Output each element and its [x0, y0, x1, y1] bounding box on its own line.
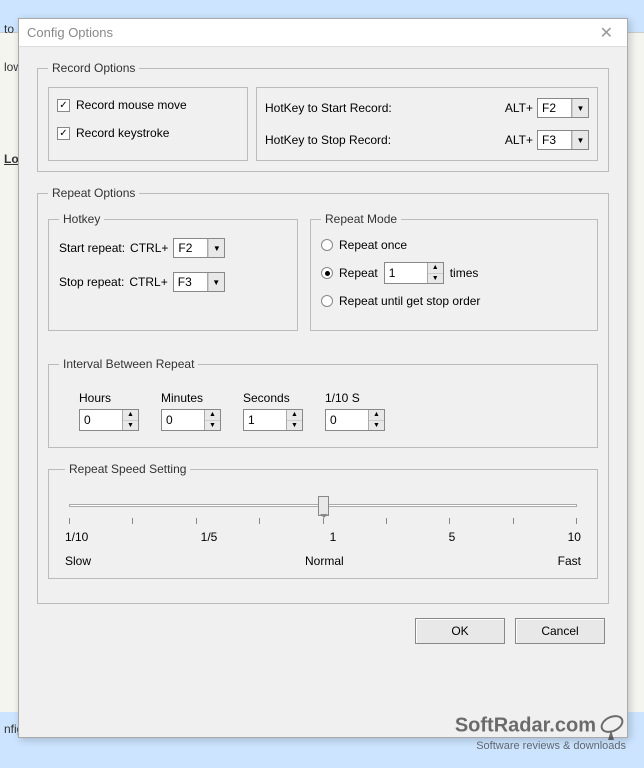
spinner-up-icon[interactable]: ▲	[369, 410, 384, 421]
titlebar: Config Options ✕	[19, 19, 627, 47]
record-options-legend: Record Options	[48, 61, 139, 75]
repeat-n-radio[interactable]	[321, 267, 333, 279]
start-repeat-prefix: CTRL+	[130, 241, 168, 255]
stop-repeat-label: Stop repeat:	[59, 275, 124, 289]
chevron-down-icon: ▼	[572, 99, 588, 117]
repeat-n-label: Repeat	[339, 266, 378, 280]
spinner-up-icon[interactable]: ▲	[123, 410, 138, 421]
spinner-up-icon[interactable]: ▲	[428, 263, 443, 274]
close-button[interactable]: ✕	[594, 23, 619, 43]
speed-text-labels: Slow Normal Fast	[65, 554, 581, 568]
record-mouse-label: Record mouse move	[76, 98, 187, 112]
minutes-spinner[interactable]: 0 ▲▼	[161, 409, 221, 431]
repeat-hotkey-legend: Hotkey	[59, 212, 104, 226]
repeat-mode-legend: Repeat Mode	[321, 212, 401, 226]
repeat-hotkey-group: Hotkey Start repeat: CTRL+ F2 ▼ Stop rep…	[48, 212, 298, 331]
record-mouse-checkbox[interactable]: ✓	[57, 99, 70, 112]
interval-group: Interval Between Repeat Hours 0 ▲▼ Minut…	[48, 357, 598, 448]
spinner-down-icon[interactable]: ▼	[287, 421, 302, 431]
chevron-down-icon: ▼	[208, 273, 224, 291]
start-repeat-label: Start repeat:	[59, 241, 125, 255]
spinner-up-icon[interactable]: ▲	[287, 410, 302, 421]
slider-tick-labels: 1/10 1/5 1 5 10	[65, 530, 581, 544]
window-title: Config Options	[27, 25, 113, 40]
ok-button[interactable]: OK	[415, 618, 505, 644]
stop-record-combo[interactable]: F3 ▼	[537, 130, 589, 150]
spinner-up-icon[interactable]: ▲	[205, 410, 220, 421]
interval-legend: Interval Between Repeat	[59, 357, 198, 371]
slider-thumb[interactable]	[318, 496, 329, 516]
seconds-spinner[interactable]: 1 ▲▼	[243, 409, 303, 431]
start-record-combo[interactable]: F2 ▼	[537, 98, 589, 118]
speed-group: Repeat Speed Setting 1/10 1/5 1 5 10 Slo…	[48, 462, 598, 579]
stop-repeat-combo[interactable]: F3 ▼	[173, 272, 225, 292]
chevron-down-icon: ▼	[572, 131, 588, 149]
stop-record-label: HotKey to Stop Record:	[265, 133, 501, 147]
spinner-down-icon[interactable]: ▼	[123, 421, 138, 431]
seconds-label: Seconds	[243, 391, 303, 405]
hours-label: Hours	[79, 391, 139, 405]
record-keystroke-checkbox[interactable]: ✓	[57, 127, 70, 140]
record-hotkeys-panel: HotKey to Start Record: ALT+ F2 ▼ HotKey…	[256, 87, 598, 161]
stop-repeat-prefix: CTRL+	[129, 275, 167, 289]
repeat-until-label: Repeat until get stop order	[339, 294, 480, 308]
dialog-buttons: OK Cancel	[37, 618, 609, 644]
slider-ticks	[69, 518, 577, 526]
repeat-until-radio[interactable]	[321, 295, 333, 307]
tenths-spinner[interactable]: 0 ▲▼	[325, 409, 385, 431]
start-record-label: HotKey to Start Record:	[265, 101, 501, 115]
config-options-dialog: Config Options ✕ Record Options ✓ Record…	[18, 18, 628, 738]
hours-spinner[interactable]: 0 ▲▼	[79, 409, 139, 431]
repeat-options-group: Repeat Options Hotkey Start repeat: CTRL…	[37, 186, 609, 604]
spinner-down-icon[interactable]: ▼	[428, 274, 443, 284]
spinner-down-icon[interactable]: ▼	[205, 421, 220, 431]
stop-record-prefix: ALT+	[505, 133, 533, 147]
record-checkboxes-panel: ✓ Record mouse move ✓ Record keystroke	[48, 87, 248, 161]
cancel-button[interactable]: Cancel	[515, 618, 605, 644]
start-record-prefix: ALT+	[505, 101, 533, 115]
repeat-once-label: Repeat once	[339, 238, 407, 252]
repeat-options-legend: Repeat Options	[48, 186, 139, 200]
repeat-once-radio[interactable]	[321, 239, 333, 251]
chevron-down-icon: ▼	[208, 239, 224, 257]
start-repeat-combo[interactable]: F2 ▼	[173, 238, 225, 258]
record-options-group: Record Options ✓ Record mouse move ✓ Rec…	[37, 61, 609, 172]
speed-slider[interactable]	[69, 496, 577, 516]
repeat-mode-group: Repeat Mode Repeat once Repeat 1 ▲▼ time…	[310, 212, 598, 331]
dialog-content: Record Options ✓ Record mouse move ✓ Rec…	[19, 47, 627, 658]
record-keystroke-label: Record keystroke	[76, 126, 169, 140]
tenths-label: 1/10 S	[325, 391, 385, 405]
speed-legend: Repeat Speed Setting	[65, 462, 190, 476]
spinner-down-icon[interactable]: ▼	[369, 421, 384, 431]
minutes-label: Minutes	[161, 391, 221, 405]
repeat-count-spinner[interactable]: 1 ▲▼	[384, 262, 444, 284]
repeat-times-label: times	[450, 266, 479, 280]
